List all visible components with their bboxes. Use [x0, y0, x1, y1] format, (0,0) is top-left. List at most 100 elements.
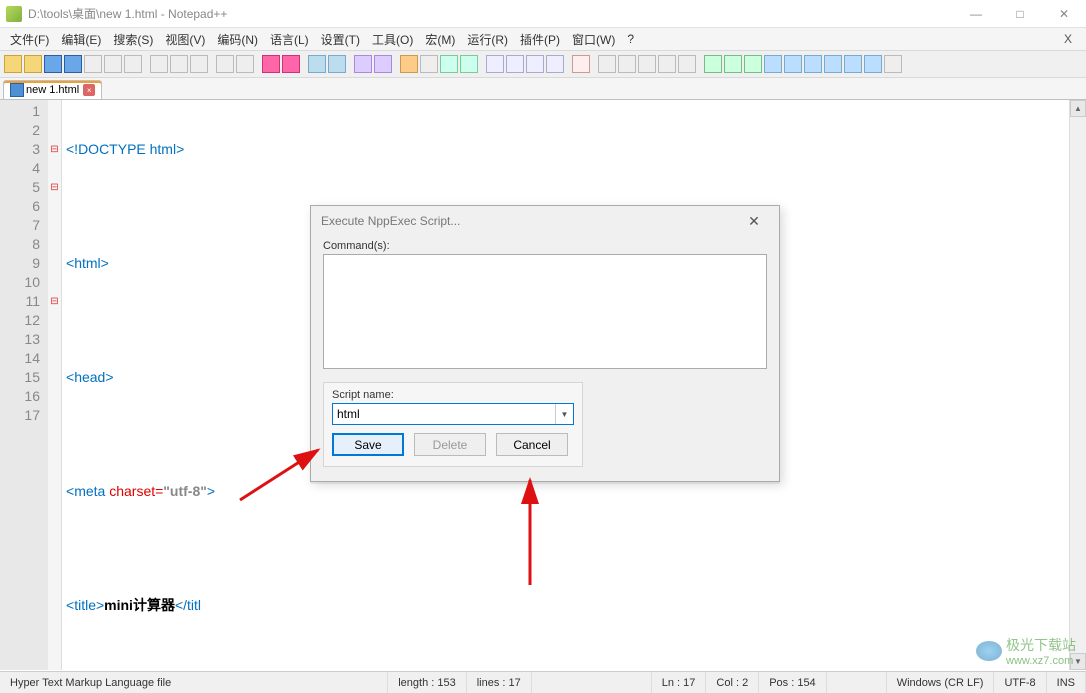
document-tab-bar: new 1.html × [0, 78, 1086, 100]
tab-label: new 1.html [26, 84, 79, 96]
function-list-icon[interactable] [546, 55, 564, 73]
menu-view[interactable]: 视图(V) [159, 29, 211, 50]
menu-language[interactable]: 语言(L) [264, 29, 315, 50]
doc-list-icon[interactable] [526, 55, 544, 73]
execute-script-dialog: Execute NppExec Script... ✕ Command(s): … [310, 205, 780, 482]
undo-icon[interactable] [216, 55, 234, 73]
sync-v-icon[interactable] [354, 55, 372, 73]
wordwrap-icon[interactable] [400, 55, 418, 73]
window-minimize-button[interactable]: — [954, 0, 998, 28]
app-icon [6, 6, 22, 22]
fold-gutter[interactable]: ⊟⊟⊟ [48, 100, 62, 670]
plugin7-icon[interactable] [884, 55, 902, 73]
run-macro-multi-icon[interactable] [658, 55, 676, 73]
sync-h-icon[interactable] [374, 55, 392, 73]
save-all-icon[interactable] [64, 55, 82, 73]
print-icon[interactable] [124, 55, 142, 73]
redo-icon[interactable] [236, 55, 254, 73]
menu-encoding[interactable]: 编码(N) [211, 29, 264, 50]
menu-edit[interactable]: 编辑(E) [55, 29, 107, 50]
delete-button[interactable]: Delete [414, 433, 486, 456]
plugin1-icon[interactable] [764, 55, 782, 73]
cut-icon[interactable] [150, 55, 168, 73]
save-button[interactable]: Save [332, 433, 404, 456]
status-col: Col : 2 [706, 672, 759, 693]
doc-map-icon[interactable] [506, 55, 524, 73]
menu-tools[interactable]: 工具(O) [366, 29, 419, 50]
menu-bar: 文件(F) 编辑(E) 搜索(S) 视图(V) 编码(N) 语言(L) 设置(T… [0, 28, 1086, 50]
dialog-titlebar[interactable]: Execute NppExec Script... ✕ [311, 206, 779, 236]
plugin2-icon[interactable] [784, 55, 802, 73]
plugin5-icon[interactable] [844, 55, 862, 73]
script-name-input[interactable] [333, 404, 555, 424]
replace-icon[interactable] [282, 55, 300, 73]
dialog-close-button[interactable]: ✕ [739, 213, 769, 230]
tab-close-icon[interactable]: × [83, 84, 95, 96]
status-lines: lines : 17 [467, 672, 532, 693]
cancel-button[interactable]: Cancel [496, 433, 568, 456]
zoom-out-icon[interactable] [328, 55, 346, 73]
commands-label: Command(s): [323, 240, 767, 252]
status-language: Hyper Text Markup Language file [0, 672, 388, 693]
copy-icon[interactable] [170, 55, 188, 73]
record-macro-icon[interactable] [598, 55, 616, 73]
new-file-icon[interactable] [4, 55, 22, 73]
compare-nav-icon[interactable] [744, 55, 762, 73]
status-length: length : 153 [388, 672, 467, 693]
script-name-combobox[interactable]: ▼ [332, 403, 574, 425]
menu-settings[interactable]: 设置(T) [315, 29, 366, 50]
tab-new-1-html[interactable]: new 1.html × [3, 80, 102, 99]
open-file-icon[interactable] [24, 55, 42, 73]
chevron-down-icon[interactable]: ▼ [555, 404, 573, 424]
play-macro-icon[interactable] [638, 55, 656, 73]
vertical-scrollbar[interactable]: ▲ ▼ [1069, 100, 1086, 670]
watermark-logo-icon [976, 641, 1002, 661]
window-close-button[interactable]: ✕ [1042, 0, 1086, 28]
stop-macro-icon[interactable] [618, 55, 636, 73]
script-name-label: Script name: [332, 389, 574, 401]
menu-help[interactable]: ? [621, 30, 640, 48]
scroll-up-icon[interactable]: ▲ [1070, 100, 1086, 117]
status-bar: Hyper Text Markup Language file length :… [0, 671, 1086, 693]
menu-plugins[interactable]: 插件(P) [514, 29, 566, 50]
dialog-title: Execute NppExec Script... [321, 214, 460, 228]
menu-run[interactable]: 运行(R) [461, 29, 514, 50]
status-eol: Windows (CR LF) [887, 672, 995, 693]
find-icon[interactable] [262, 55, 280, 73]
compare-icon[interactable] [704, 55, 722, 73]
status-ins: INS [1047, 672, 1086, 693]
indent-guide-icon[interactable] [440, 55, 458, 73]
line-number-gutter: 1234567891011121314151617 [0, 100, 48, 670]
zoom-in-icon[interactable] [308, 55, 326, 73]
allchars-icon[interactable] [420, 55, 438, 73]
commands-textarea[interactable] [323, 254, 767, 369]
folder-as-workspace-icon[interactable] [486, 55, 504, 73]
plugin4-icon[interactable] [824, 55, 842, 73]
file-icon [10, 83, 24, 97]
status-ln: Ln : 17 [652, 672, 707, 693]
menu-search[interactable]: 搜索(S) [107, 29, 159, 50]
compare-clear-icon[interactable] [724, 55, 742, 73]
lang-icon[interactable] [460, 55, 478, 73]
monitoring-icon[interactable] [572, 55, 590, 73]
plugin3-icon[interactable] [804, 55, 822, 73]
toolbar [0, 50, 1086, 78]
window-maximize-button[interactable]: □ [998, 0, 1042, 28]
window-title: D:\tools\桌面\new 1.html - Notepad++ [28, 5, 954, 22]
paste-icon[interactable] [190, 55, 208, 73]
menu-file[interactable]: 文件(F) [4, 29, 55, 50]
watermark-text-1: 极光下载站 [1006, 635, 1076, 655]
save-icon[interactable] [44, 55, 62, 73]
status-encoding: UTF-8 [994, 672, 1046, 693]
watermark: 极光下载站 www.xz7.com [976, 635, 1076, 667]
menu-macro[interactable]: 宏(M) [419, 29, 461, 50]
close-file-icon[interactable] [84, 55, 102, 73]
window-titlebar: D:\tools\桌面\new 1.html - Notepad++ — □ ✕ [0, 0, 1086, 28]
save-macro-icon[interactable] [678, 55, 696, 73]
close-all-icon[interactable] [104, 55, 122, 73]
status-pos: Pos : 154 [759, 672, 826, 693]
script-name-group: Script name: ▼ Save Delete Cancel [323, 382, 583, 467]
menu-window[interactable]: 窗口(W) [566, 29, 621, 50]
plugin6-icon[interactable] [864, 55, 882, 73]
menu-close-x[interactable]: X [1058, 30, 1082, 48]
